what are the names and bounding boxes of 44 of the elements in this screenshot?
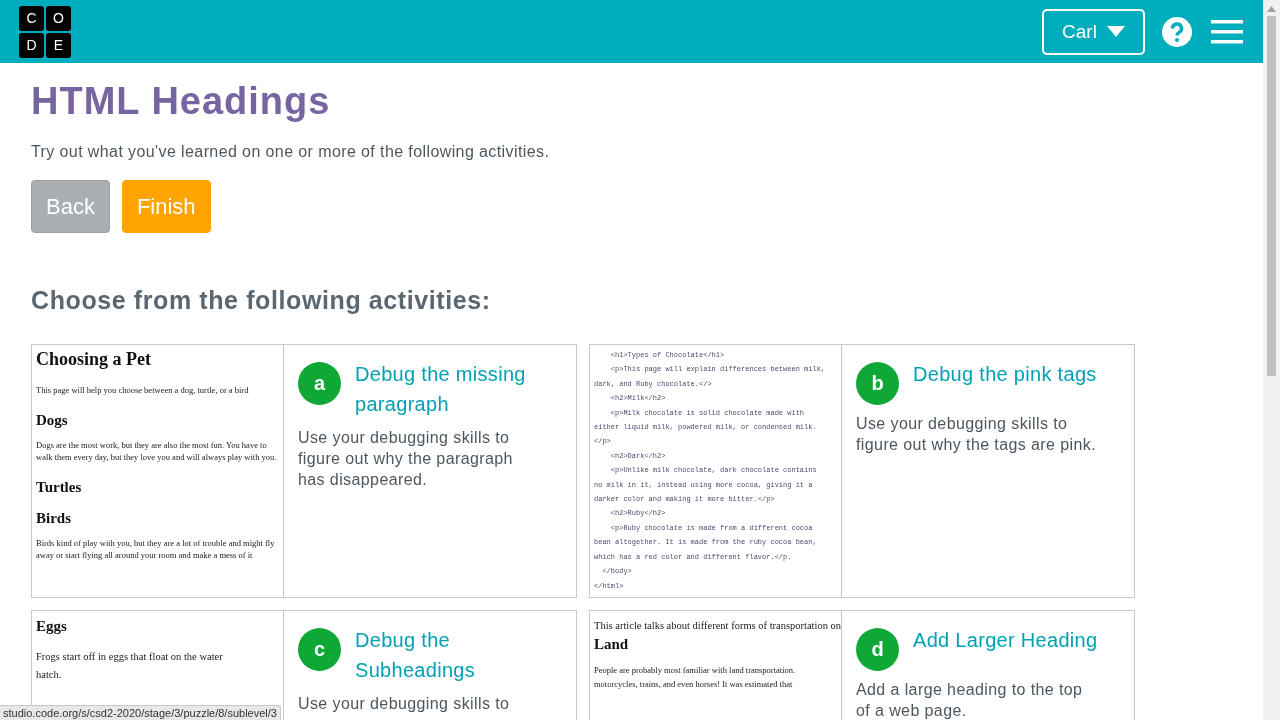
scroll-up-icon[interactable] [1267, 6, 1276, 12]
section-heading: Choose from the following activities: [31, 286, 491, 315]
preview-heading: Choosing a Pet [36, 348, 151, 370]
preview-paragraph: motorcycles, trains, and even horses! It was estimated that [594, 678, 793, 691]
activity-description: Add a large heading to the top of a web page. [856, 680, 1084, 720]
activity-description: Use your debugging skills to figure out why the paragraph has disappeared. [298, 428, 514, 490]
preview-paragraph: Dogs are the most work, but they are also the most fun. You have to walk them every day, but they love you and will always play with you. [36, 439, 278, 463]
scrollbar-thumb[interactable] [1267, 16, 1276, 376]
status-url: studio.code.org/s/csd2-2020/stage/3/puzzle/8/sublevel/3 [0, 705, 281, 720]
preview-subheading: Land [594, 636, 629, 653]
preview-paragraph: hatch. [36, 669, 62, 681]
logo-letter[interactable]: D [19, 32, 44, 58]
logo-letter[interactable]: E [46, 32, 71, 58]
activity-card[interactable] [31, 344, 577, 598]
preview-paragraph: People are probably most familiar with land transportation. [594, 664, 796, 677]
activity-letter: a [298, 362, 341, 405]
activity-title[interactable]: Debug the missing paragraph [355, 359, 540, 419]
preview-subheading: Birds [36, 510, 71, 527]
help-icon[interactable] [1162, 16, 1192, 47]
page-title: HTML Headings [31, 80, 331, 123]
preview-subheading: Dogs [36, 412, 68, 429]
menu-icon[interactable] [1211, 19, 1243, 44]
preview-paragraph: Frogs start off in eggs that float on the water [36, 651, 223, 663]
activity-letter: d [856, 628, 899, 671]
scrollbar[interactable] [1263, 0, 1280, 720]
activity-title[interactable]: Debug the Subheadings [355, 625, 540, 685]
intro-text: Try out what you've learned on one or more of the following activities. [31, 143, 550, 161]
activity-card[interactable] [589, 344, 1135, 598]
preview-subheading: Eggs [36, 618, 67, 635]
caret-icon [1106, 26, 1125, 37]
logo-letter[interactable]: O [46, 5, 71, 31]
logo-letter[interactable]: C [19, 5, 44, 31]
activity-description: Use your debugging skills to [298, 694, 511, 714]
finish-button[interactable]: Finish [121, 180, 211, 233]
preview-paragraph: Birds kind of play with you, but they are a lot of trouble and might fly away or start flying all around your room and make a mess of it [36, 537, 276, 561]
preview-subheading: Turtles [36, 479, 82, 496]
activity-letter: b [856, 362, 899, 405]
activity-description: Use your debugging skills to figure out why the tags are pink. [856, 414, 1097, 455]
preview-paragraph: This article talks about different forms of transportation on [594, 620, 841, 632]
user-menu-button[interactable]: Carl [1042, 8, 1145, 55]
activity-letter: c [298, 628, 341, 671]
activity-title[interactable]: Debug the pink tags [913, 359, 1097, 389]
preview-paragraph: This page will help you choose between a dog, turtle, or a bird [36, 384, 249, 396]
activity-title[interactable]: Add Larger Heading [913, 625, 1098, 655]
